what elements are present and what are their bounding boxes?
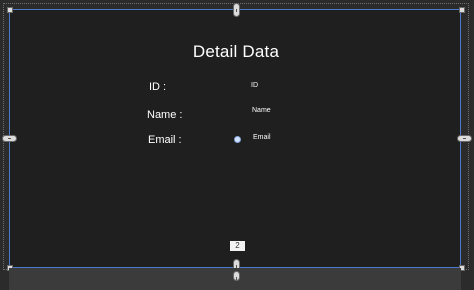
name-value[interactable]: Name xyxy=(252,107,271,114)
email-value[interactable]: Email xyxy=(253,134,271,141)
size-indicator-badge: 2 xyxy=(230,241,245,251)
id-label: ID : xyxy=(149,81,167,93)
name-label: Name : xyxy=(147,109,183,121)
id-value[interactable]: ID xyxy=(251,82,258,89)
designer-surface: Detail Data ID : ID Name : Name Email : … xyxy=(0,0,474,290)
bottom-lower-handle[interactable] xyxy=(233,271,240,281)
top-left-corner-handle[interactable] xyxy=(7,7,13,13)
email-label: Email : xyxy=(148,134,182,146)
left-resize-handle[interactable] xyxy=(2,135,17,142)
page-title: Detail Data xyxy=(192,42,280,61)
selection-dot-icon[interactable] xyxy=(234,136,241,143)
top-resize-handle[interactable] xyxy=(233,3,240,17)
top-right-corner-handle[interactable] xyxy=(459,7,465,13)
right-resize-handle[interactable] xyxy=(457,135,472,142)
